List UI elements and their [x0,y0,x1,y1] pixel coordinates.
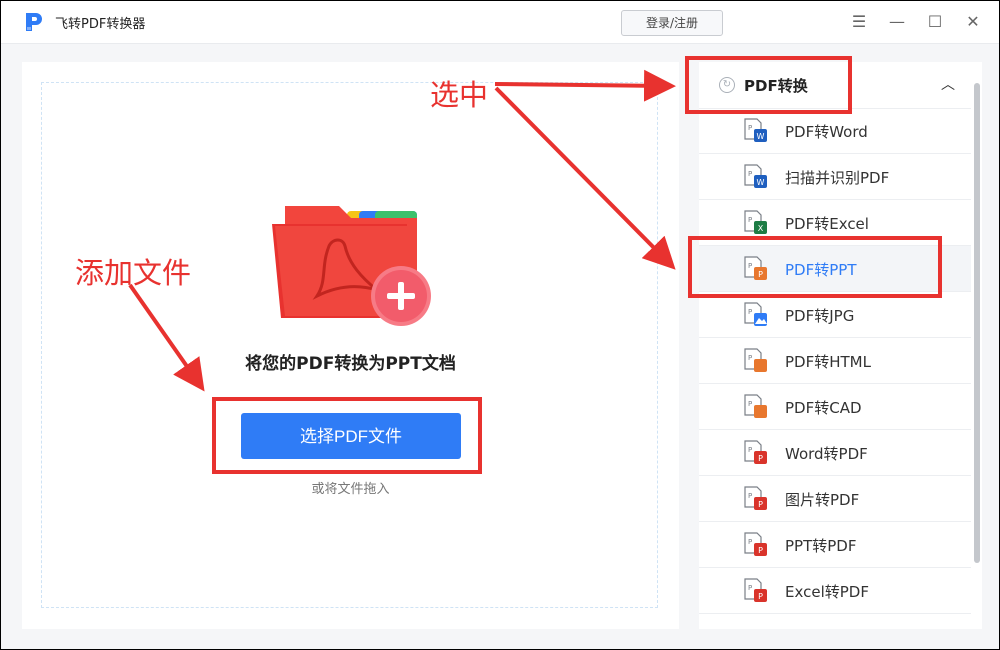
svg-text:P: P [758,454,763,463]
scrollbar-thumb[interactable] [974,83,980,563]
svg-text:P: P [758,592,763,601]
annotation-box-section [685,56,852,114]
cad-file-icon: P [744,394,767,418]
svg-text:P: P [748,584,752,592]
svg-text:P: P [748,216,752,224]
pdf-file-icon: PP [744,440,767,464]
sidebar-item-label: PPT转PDF [785,537,857,555]
sidebar-item-label: 扫描并识别PDF [785,169,890,187]
sidebar-item-label: Excel转PDF [785,583,869,601]
svg-text:P: P [748,492,752,500]
conversion-sidebar: ↻ PDF转换 ︿ P W PDF转Word P W 扫描并识别PDF P X PDF转Exce… [699,62,982,629]
sidebar-item[interactable]: P P 图片转PDF [699,476,971,522]
sidebar-item[interactable]: P PDF转CAD [699,384,971,430]
drop-zone-title: 将您的PDF转换为PPT文档 [245,354,456,374]
svg-text:W: W [757,178,765,187]
svg-text:P: P [748,354,752,362]
sidebar-item-label: Word转PDF [785,445,868,463]
html-file-icon: P [744,348,767,372]
drag-hint-text: 或将文件拖入 [311,482,390,497]
pdf-file-icon: PP [744,486,767,510]
menu-icon[interactable]: ☰ [847,11,871,33]
svg-text:P: P [748,538,752,546]
sidebar-item[interactable]: P PDF转HTML [699,338,971,384]
sidebar-item-label: PDF转Word [785,123,868,141]
svg-text:P: P [748,308,752,316]
sidebar-item-label: PDF转HTML [785,353,871,371]
pdf-folder-icon [272,206,431,326]
pdf-file-icon: PP [744,578,767,602]
app-title: 飞转PDF转换器 [55,17,146,32]
word-file-icon: PW [744,164,767,188]
word-file-icon: PW [744,118,767,142]
title-bar: 飞转PDF转换器 登录/注册 ☰ — ☐ ✕ [1,1,999,44]
excel-file-icon: PX [744,210,767,234]
svg-text:P: P [748,124,752,132]
file-drop-zone[interactable] [41,82,658,608]
svg-text:X: X [758,224,764,233]
annotation-box-ppt [688,236,942,298]
annotation-label-select: 选中 [430,78,489,112]
sidebar-item-label: 图片转PDF [785,491,860,509]
sidebar-item[interactable]: P P Excel转PDF [699,568,971,614]
sidebar-item-label: PDF转CAD [785,399,862,417]
login-register-button[interactable]: 登录/注册 [621,10,723,36]
sidebar-item[interactable]: P PDF转JPG [699,292,971,338]
sidebar-scrollbar[interactable] [972,73,980,628]
sidebar-item-label: PDF转Excel [785,215,869,233]
close-icon[interactable]: ✕ [961,11,985,33]
sidebar-item[interactable]: P P Word转PDF [699,430,971,476]
svg-text:P: P [758,500,763,509]
sidebar-item[interactable]: P P PPT转PDF [699,522,971,568]
svg-text:P: P [748,446,752,454]
maximize-icon[interactable]: ☐ [923,11,947,33]
svg-text:P: P [758,546,763,555]
sidebar-item-label: PDF转JPG [785,307,855,325]
image-file-icon: P [744,302,767,326]
pdf-file-icon: PP [744,532,767,556]
svg-text:P: P [748,170,752,178]
main-panel [22,62,679,629]
sidebar-item[interactable]: P W 扫描并识别PDF [699,154,971,200]
svg-text:W: W [757,132,765,141]
annotation-label-add-file: 添加文件 [75,256,192,290]
app-logo-icon [26,13,42,31]
sidebar-item[interactable]: P W PDF转Word [699,108,971,154]
annotation-box-select-button [212,397,482,474]
chevron-up-icon[interactable]: ︿ [941,74,955,94]
svg-text:P: P [748,400,752,408]
minimize-icon[interactable]: — [885,11,909,33]
